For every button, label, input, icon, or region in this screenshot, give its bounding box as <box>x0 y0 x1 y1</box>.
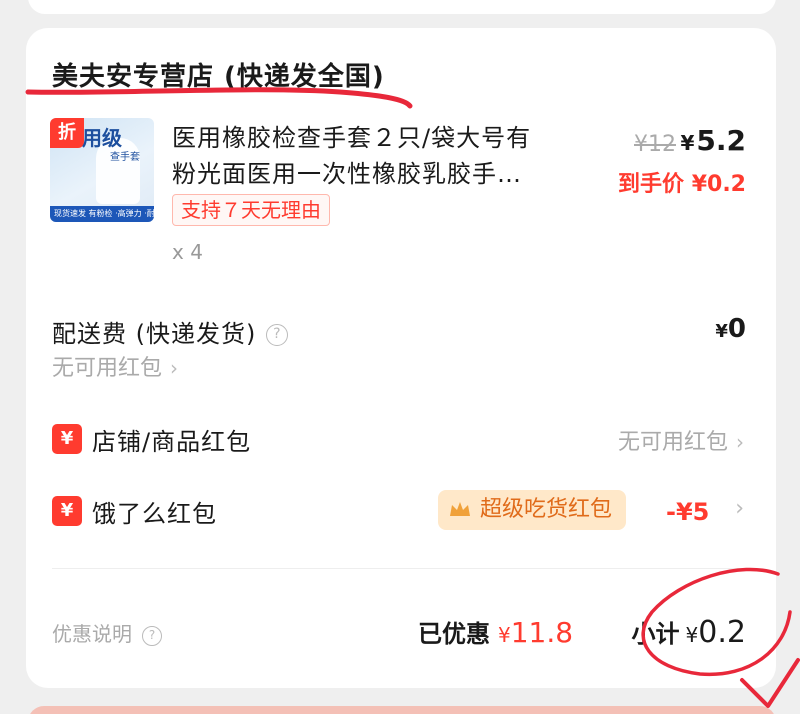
eleme-coupon-discount: -¥5 <box>666 498 710 526</box>
coupon-icon: ¥ <box>52 496 82 526</box>
subtotal-value: ¥0.2 <box>686 615 746 650</box>
saved-number: 11.8 <box>510 616 574 649</box>
shipping-fee: ¥0 <box>715 314 746 344</box>
store-coupon-selector[interactable]: 无可用红包 › <box>618 424 744 456</box>
currency-symbol: ¥ <box>680 131 695 155</box>
return-policy-tag: 支持７天无理由 <box>172 194 330 226</box>
subtotal: 小计 ¥0.2 <box>632 614 746 650</box>
super-foodie-coupon-tag[interactable]: 超级吃货红包 <box>438 490 627 530</box>
crown-icon <box>450 502 470 516</box>
help-circle-icon[interactable]: ? <box>266 324 289 346</box>
thumb-title: 用级 <box>82 126 122 150</box>
product-title-line2: 粉光面医用一次性橡胶乳胶手… <box>172 160 522 188</box>
promo-note-label: 优惠说明 <box>52 622 132 646</box>
eleme-coupon-label: 饿了么红包 <box>92 500 217 528</box>
currency-symbol: ¥ <box>498 623 511 647</box>
product-thumbnail[interactable]: 折 用级 查手套 现货速发 有粉检 ·高弹力 ·耐拉伸 <box>50 118 154 222</box>
product-title-line1: 医用橡胶检查手套２只/袋大号有 <box>172 124 532 152</box>
chevron-right-icon[interactable]: › <box>735 496 744 521</box>
previous-card <box>28 0 776 14</box>
chevron-right-icon: › <box>170 356 179 380</box>
current-price: ¥5.2 <box>680 124 746 157</box>
currency-symbol: ¥ <box>715 321 728 342</box>
shipping-row: 配送费 (快递发货)? <box>52 314 289 349</box>
promo-note[interactable]: 优惠说明? <box>52 618 162 647</box>
subtotal-number: 0.2 <box>698 615 746 650</box>
super-foodie-coupon-label: 超级吃货红包 <box>480 497 613 522</box>
thumb-bar: 现货速发 有粉检 ·高弹力 ·耐拉伸 <box>50 206 154 222</box>
final-price: 到手价 ¥0.2 <box>618 172 746 197</box>
saved-value: ¥11.8 <box>498 616 573 649</box>
chevron-right-icon: › <box>736 430 744 454</box>
original-price: ¥12 <box>634 132 676 157</box>
next-section-edge <box>28 706 776 714</box>
subtotal-label: 小计 <box>631 620 680 648</box>
saved-amount: 已优惠 ¥11.8 <box>418 614 573 649</box>
product-title[interactable]: 医用橡胶检查手套２只/袋大号有 粉光面医用一次性橡胶乳胶手… <box>172 120 592 192</box>
shipping-coupon-link[interactable]: 无可用红包 › <box>52 350 178 382</box>
product-quantity: x 4 <box>172 240 203 264</box>
saved-label: 已优惠 <box>418 620 490 648</box>
currency-symbol: ¥ <box>685 623 699 647</box>
current-price-value: 5.2 <box>696 124 746 157</box>
help-circle-icon: ? <box>142 625 162 646</box>
store-name[interactable]: 美夫安专营店 (快递发全国) <box>52 56 385 93</box>
store-coupon-label: 店铺/商品红包 <box>92 428 252 456</box>
shipping-fee-value: 0 <box>727 314 746 344</box>
order-card: 美夫安专营店 (快递发全国) 折 用级 查手套 现货速发 有粉检 ·高弹力 ·耐… <box>26 28 776 688</box>
divider <box>52 568 752 569</box>
thumb-subtitle: 查手套 <box>110 152 140 163</box>
shipping-coupon-note: 无可用红包 <box>52 356 163 381</box>
discount-badge: 折 <box>50 118 84 148</box>
shipping-label: 配送费 (快递发货) <box>52 320 257 348</box>
coupon-icon: ¥ <box>52 424 82 454</box>
store-coupon-value: 无可用红包 <box>617 430 728 455</box>
